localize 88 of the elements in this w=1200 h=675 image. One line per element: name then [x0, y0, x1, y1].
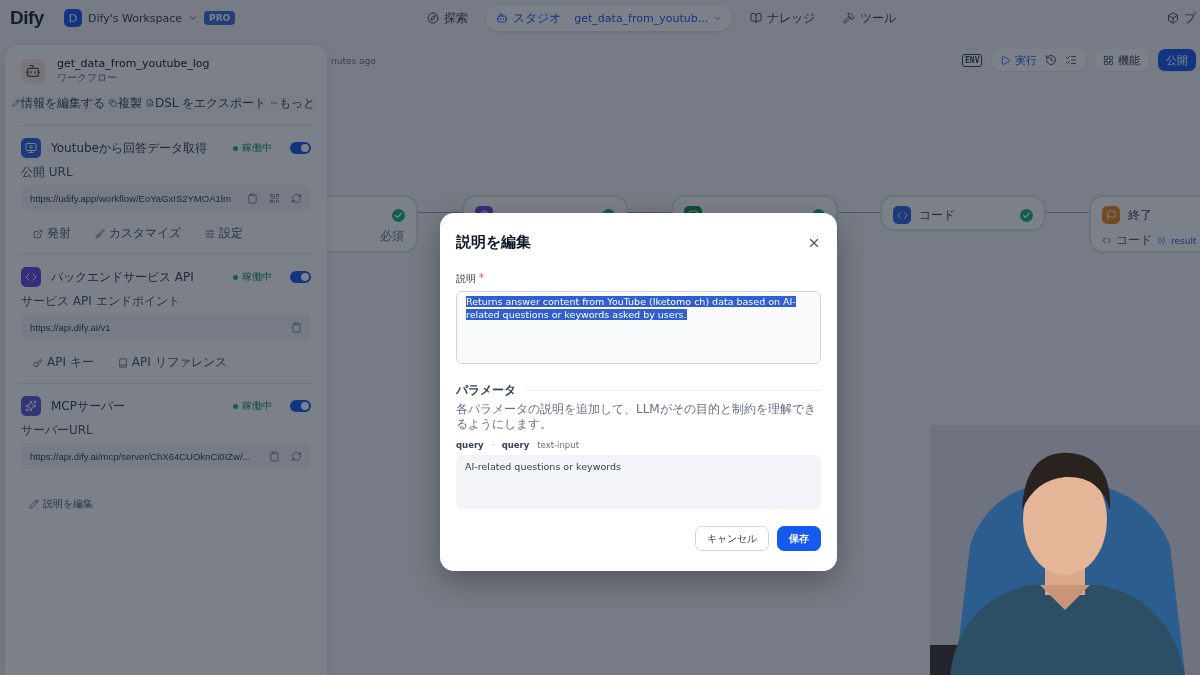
app-name: get_data_from_youtube_log: [57, 57, 210, 70]
url-field[interactable]: https://api.dify.ai/v1: [21, 314, 311, 340]
status-label: 稼働中: [233, 141, 272, 155]
nav-tab[interactable]: ツール: [833, 5, 907, 31]
link-button[interactable]: API キー: [33, 354, 94, 371]
code-icon: [21, 267, 41, 287]
workflow-node[interactable]: 終了 コード result: [1089, 195, 1200, 253]
output-source: コード: [1116, 232, 1152, 249]
sliders-icon: [205, 228, 215, 239]
field-label: サービス API エンドポイント: [21, 293, 180, 310]
parameter-label: query: [501, 440, 530, 450]
flag-icon: [1102, 206, 1120, 224]
compass-icon: [427, 12, 440, 24]
workspace-avatar: D: [64, 9, 82, 27]
key-icon: [33, 357, 43, 368]
url-field[interactable]: https://api.dify.ai/mcp/server/ChX64CUOknCi0IZw/...: [21, 443, 311, 469]
external-link-icon: [33, 228, 43, 239]
output-variable: result: [1171, 235, 1197, 246]
parameter-type: text-input: [537, 440, 579, 450]
code-icon: [1102, 236, 1111, 245]
variable-icon: [1157, 236, 1166, 245]
link-button[interactable]: 発射: [33, 225, 71, 242]
link-button[interactable]: 設定: [205, 225, 243, 242]
qr-code-icon[interactable]: [269, 192, 280, 204]
nav-tab[interactable]: ナレッジ: [740, 5, 826, 31]
features-button[interactable]: 機能: [1095, 49, 1149, 71]
workflow-node-part[interactable]: 必須: [327, 195, 418, 253]
required-mark: *: [479, 272, 484, 285]
workspace-name[interactable]: Dify's Workspace: [88, 11, 183, 25]
section-title: バックエンドサービス API: [51, 268, 195, 286]
dialog-title: 説明を編集: [456, 233, 531, 252]
copy-icon: [109, 99, 117, 107]
toggle-switch[interactable]: [290, 271, 311, 283]
plan-badge: PRO: [204, 11, 236, 25]
monitor-icon: [21, 138, 41, 158]
field-label: サーバーURL: [21, 422, 93, 439]
copy-icon[interactable]: [269, 450, 280, 462]
robot-icon: [21, 59, 45, 83]
more-icon: [270, 99, 279, 107]
link-button[interactable]: API リファレンス: [117, 354, 227, 371]
copy-icon[interactable]: [247, 192, 258, 204]
history-icon[interactable]: [1045, 54, 1058, 66]
edit-description-link[interactable]: 説明を編集: [29, 497, 93, 511]
nav-tab[interactable]: 探索: [417, 5, 479, 31]
hammer-icon: [843, 12, 856, 24]
toggle-switch[interactable]: [290, 142, 311, 154]
status-label: 稼働中: [233, 270, 272, 284]
pencil-icon: [12, 99, 20, 107]
cube-icon: [1167, 12, 1179, 24]
section-heading: パラメータ: [456, 382, 516, 399]
sparkle-icon: [21, 396, 41, 416]
url-field[interactable]: https://udify.app/workflow/EoYaGxIS2YMOA1lm: [21, 185, 311, 211]
field-label: 公開 URL: [21, 164, 73, 181]
nav-tab[interactable]: スタジオ get_data_from_youtub...: [486, 5, 733, 31]
description-field[interactable]: Returns answer content from YouTube (Iketomo ch) data based on AI-related questions or keywords asked by users.: [456, 291, 821, 364]
file-icon: [146, 99, 154, 107]
cancel-button[interactable]: キャンセル: [695, 526, 769, 551]
node-note: 必須: [380, 228, 404, 245]
parameter-name: query: [456, 440, 484, 450]
publish-button[interactable]: 公開: [1158, 49, 1197, 71]
section-title: MCPサーバー: [51, 397, 126, 415]
checklist-icon[interactable]: [1065, 54, 1078, 66]
grid-icon: [1103, 54, 1115, 66]
plugins-tab[interactable]: プ: [1167, 9, 1196, 27]
dify-logo: Dify: [10, 7, 45, 29]
node-title: 終了: [1128, 206, 1152, 224]
save-button[interactable]: 保存: [777, 526, 821, 551]
section-hint: 各パラメータの説明を追加して、LLMがその目的と制約を理解できるようにします。: [456, 402, 817, 432]
link-button[interactable]: カスタマイズ: [95, 225, 181, 242]
env-button[interactable]: ENV: [962, 53, 983, 67]
refresh-icon[interactable]: [291, 192, 302, 204]
field-label: 説明: [456, 272, 476, 286]
parameter-description-field[interactable]: AI-related questions or keywords: [456, 455, 821, 509]
copy-icon[interactable]: [291, 321, 302, 333]
toggle-switch[interactable]: [290, 400, 311, 412]
play-icon: [1000, 54, 1012, 66]
status-label: 稼働中: [233, 399, 272, 413]
node-title: コード: [919, 206, 955, 224]
code-icon: [893, 206, 911, 224]
brush-icon: [95, 228, 105, 239]
refresh-icon[interactable]: [291, 450, 302, 462]
book-icon: [750, 12, 763, 24]
robot-icon: [496, 12, 509, 24]
chevron-down-icon[interactable]: [188, 13, 199, 23]
workflow-node[interactable]: コード: [880, 195, 1046, 231]
pencil-icon: [29, 499, 39, 509]
section-title: Youtubeから回答データ取得: [51, 139, 208, 157]
book-icon: [117, 357, 128, 368]
